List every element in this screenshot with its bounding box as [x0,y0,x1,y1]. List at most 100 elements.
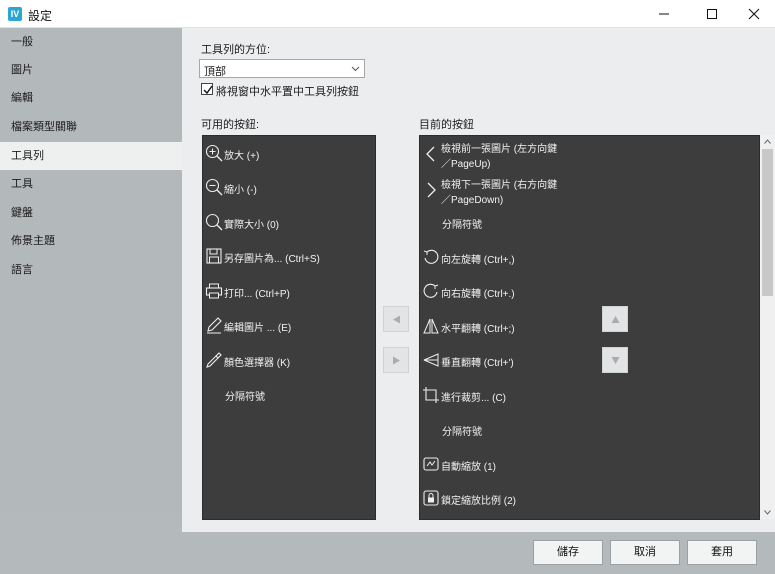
center-toolbar-label: 將視窗中水平置中工具列按鈕 [216,86,359,98]
app-logo-icon: IV [8,7,22,21]
zoom-out-icon [205,178,223,196]
title-bar: IV 設定 [0,0,775,28]
list-item[interactable]: 向右旋轉 (Ctrl+.) [420,274,759,308]
list-item-label: 檢視下一張圖片 (右方向鍵 [441,180,558,191]
maximize-button[interactable] [690,0,734,28]
triangle-left-icon [393,315,400,324]
add-to-current-button[interactable] [383,347,409,373]
list-item[interactable]: 進行裁剪... (C) [420,378,759,412]
list-item-label-cont: ／PageUp) [441,159,491,170]
apply-button[interactable]: 套用 [687,540,757,565]
list-item[interactable]: 另存圖片為... (Ctrl+S) [203,239,375,273]
window-title: 設定 [28,9,53,23]
sidebar-item-keyboard[interactable]: 鍵盤 [0,199,182,227]
save-icon [206,248,222,264]
cancel-button[interactable]: 取消 [610,540,680,565]
list-item[interactable]: 自動縮放 (1) [420,447,759,481]
move-up-button[interactable] [602,306,628,332]
save-button[interactable]: 儲存 [533,540,603,565]
flip-vertical-icon [423,353,439,367]
toolbar-position-select[interactable]: 頂部 [199,59,365,78]
list-item-label: 分隔符號 [442,220,482,231]
list-item-label: 分隔符號 [225,392,265,403]
sidebar-item-edit[interactable]: 編輯 [0,84,182,112]
list-item[interactable]: 分隔符號 [420,412,759,446]
list-item-label: 鎖定縮放比例 (2) [441,496,516,507]
center-toolbar-checkbox[interactable] [201,83,213,95]
current-buttons-list[interactable]: 檢視前一張圖片 (左方向鍵 ／PageUp) 檢視下一張圖片 (右方向鍵 ／Pa… [419,135,760,520]
chevron-left-icon [426,146,435,162]
minimize-icon [659,13,669,15]
sidebar-item-theme[interactable]: 佈景主題 [0,227,182,255]
available-buttons-list[interactable]: 放大 (+) 縮小 (-) 實際大小 (0) 另存圖片為... (Ctrl+S)… [202,135,376,520]
chevron-right-icon [427,182,436,198]
sidebar-item-toolbar[interactable]: 工具列 [0,142,182,170]
settings-sidebar: 一般 圖片 編輯 檔案類型關聯 工具列 工具 鍵盤 佈景主題 語言 [0,28,182,512]
list-item[interactable]: 分隔符號 [420,205,759,239]
list-item[interactable]: 向左旋轉 (Ctrl+,) [420,240,759,274]
sidebar-item-file-associations[interactable]: 檔案類型關聯 [0,113,182,141]
scroll-thumb[interactable] [762,149,773,296]
toolbar-position-value: 頂部 [204,66,226,78]
close-button[interactable] [732,0,775,28]
actual-size-icon [205,213,223,231]
rotate-right-icon [423,283,439,298]
triangle-up-icon [611,316,620,323]
list-item-label: 打印... (Ctrl+P) [224,289,290,300]
sidebar-item-image[interactable]: 圖片 [0,56,182,84]
chevron-down-icon [351,66,360,72]
list-item-label: 顏色選擇器 (K) [224,358,291,369]
triangle-down-icon [611,357,620,364]
list-item[interactable]: 分隔符號 [203,377,375,411]
lock-zoom-icon [423,490,439,506]
list-item[interactable]: 縮小 (-) [203,170,375,204]
list-item[interactable]: 編輯圖片 ... (E) [203,308,375,342]
minimize-button[interactable] [642,0,686,28]
printer-icon [205,283,223,299]
list-item-label: 另存圖片為... (Ctrl+S) [224,254,320,265]
scroll-down-icon [764,510,771,515]
auto-zoom-icon [423,457,439,471]
list-item[interactable]: 鎖定縮放比例 (2) [420,481,759,515]
list-item[interactable]: 垂直翻轉 (Ctrl+') [420,343,759,377]
list-item[interactable]: 檢視下一張圖片 (右方向鍵 ／PageDown) [420,172,759,208]
sidebar-item-tools[interactable]: 工具 [0,170,182,198]
available-buttons-heading: 可用的按鈕: [201,119,260,131]
list-item-label: 自動縮放 (1) [441,462,496,473]
list-item[interactable]: 水平翻轉 (Ctrl+;) [420,309,759,343]
crop-icon [423,387,439,403]
list-item-label: 進行裁剪... (C) [441,393,506,404]
remove-from-current-button[interactable] [383,306,409,332]
sidebar-item-language[interactable]: 語言 [0,256,182,284]
list-item-label: 垂直翻轉 (Ctrl+') [441,358,514,369]
list-item-label: 放大 (+) [224,151,260,162]
close-icon [748,8,760,20]
list-item[interactable]: 檢視前一張圖片 (左方向鍵 ／PageUp) [420,136,759,172]
current-buttons-heading: 目前的按鈕 [419,119,474,131]
maximize-icon [707,9,717,19]
pen-icon [207,317,222,334]
sidebar-item-general[interactable]: 一般 [0,28,182,56]
zoom-in-icon [205,144,223,162]
list-item-label: 向右旋轉 (Ctrl+.) [441,289,515,300]
flip-horizontal-icon [423,318,439,334]
current-list-scrollbar[interactable] [760,135,775,519]
rotate-left-icon [423,249,439,264]
list-item[interactable]: 實際大小 (0) [203,205,375,239]
list-item-label: 分隔符號 [442,427,482,438]
move-down-button[interactable] [602,347,628,373]
list-item[interactable]: 打印... (Ctrl+P) [203,274,375,308]
list-item-label-cont: ／PageDown) [441,195,504,206]
scroll-up-icon [764,139,771,144]
list-item-label: 縮小 (-) [224,185,257,196]
current-buttons-container: 檢視前一張圖片 (左方向鍵 ／PageUp) 檢視下一張圖片 (右方向鍵 ／Pa… [419,135,775,520]
color-picker-icon [206,352,222,368]
list-item-label: 編輯圖片 ... (E) [224,323,292,334]
checkmark-icon [203,85,213,95]
list-item-label: 檢視前一張圖片 (左方向鍵 [441,144,558,155]
list-item[interactable]: 放大 (+) [203,136,375,170]
list-item-label: 向左旋轉 (Ctrl+,) [441,255,515,266]
list-item[interactable]: 顏色選擇器 (K) [203,343,375,377]
list-item-label: 實際大小 (0) [224,220,279,231]
toolbar-position-label: 工具列的方位: [201,44,271,56]
